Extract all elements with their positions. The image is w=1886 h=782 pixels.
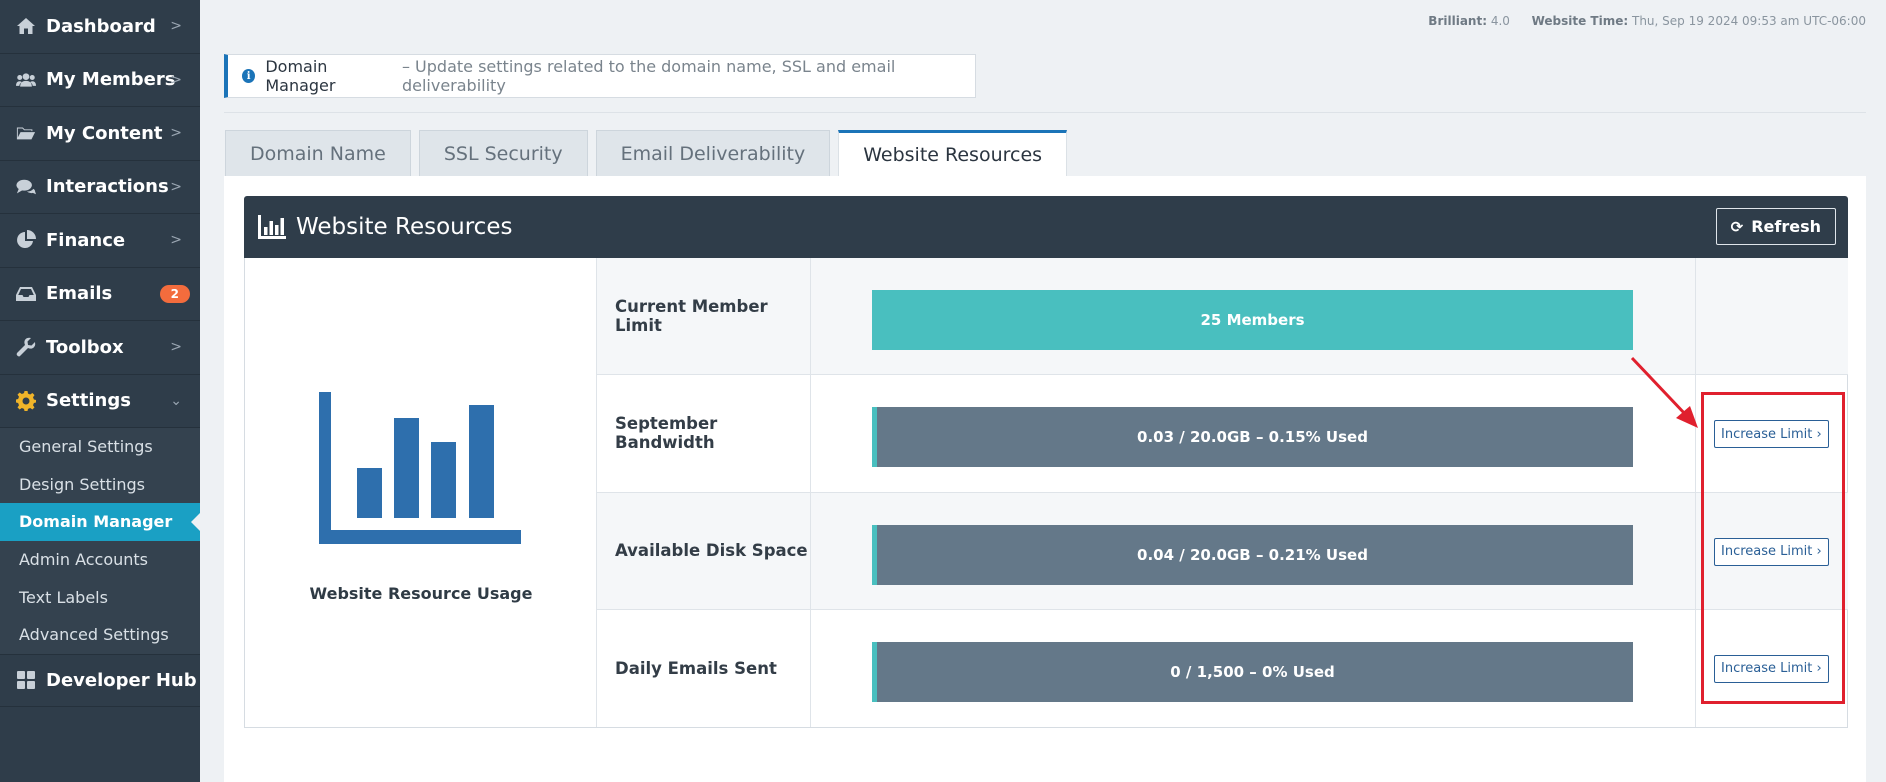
progress-text: 0 / 1,500 – 0% Used	[1170, 662, 1335, 681]
sidebar-item-interactions[interactable]: Interactions >	[0, 161, 200, 214]
progress-text: 0.04 / 20.0GB – 0.21% Used	[1137, 545, 1368, 564]
inbox-icon	[16, 284, 46, 304]
info-icon: i	[242, 69, 256, 83]
progress-bar: 0 / 1,500 – 0% Used	[872, 641, 1633, 702]
sidebar-item-label: Finance	[46, 229, 126, 251]
chevron-right-icon: >	[170, 18, 182, 35]
sidebar-item-developer-hub[interactable]: Developer Hub	[0, 653, 200, 708]
sidebar-item-label: Developer Hub	[46, 669, 197, 691]
tab-bar: Domain Name SSL Security Email Deliverab…	[225, 130, 1068, 176]
resource-label: Available Disk Space	[597, 492, 811, 609]
progress-bar: 0.03 / 20.0GB – 0.15% Used	[872, 407, 1633, 468]
sidebar-item-label: Toolbox	[46, 336, 124, 358]
sidebar-item-label: Dashboard	[46, 15, 156, 37]
notification-badge: 2	[159, 284, 190, 303]
sidebar-item-finance[interactable]: Finance >	[0, 214, 200, 268]
card-header: Website Resources ⟳ Refresh	[244, 196, 1848, 258]
website-time-value: Thu, Sep 19 2024 09:53 am UTC-06:00	[1632, 14, 1866, 28]
chevron-right-icon: >	[170, 125, 182, 142]
progress-text: 0.03 / 20.0GB – 0.15% Used	[1137, 428, 1368, 447]
resource-usage-label: Website Resource Usage	[309, 584, 533, 603]
chevron-right-icon: >	[170, 232, 182, 249]
sidebar-subitem-design-settings[interactable]: Design Settings	[0, 466, 200, 504]
pie-chart-icon	[16, 230, 46, 250]
wrench-icon	[16, 337, 46, 357]
page-description: – Update settings related to the domain …	[401, 57, 896, 95]
resource-label: September Bandwidth	[597, 375, 811, 492]
folder-open-icon	[16, 123, 46, 143]
sidebar-item-label: Interactions	[46, 176, 169, 198]
divider	[224, 112, 1866, 113]
chevron-right-icon: >	[170, 71, 182, 88]
progress-bar: 25 Members	[872, 290, 1633, 350]
users-icon	[16, 70, 46, 90]
sidebar-item-dashboard[interactable]: Dashboard >	[0, 0, 200, 54]
progress-fill	[872, 641, 877, 702]
tab-website-resources[interactable]: Website Resources	[838, 130, 1068, 176]
brilliant-label: Brilliant:	[1428, 14, 1487, 28]
table-row: September Bandwidth 0.03 / 20.0GB – 0.15…	[597, 375, 1848, 493]
increase-limit-button[interactable]: Increase Limit ›	[1714, 420, 1829, 449]
progress-fill	[872, 407, 877, 468]
refresh-label: Refresh	[1751, 217, 1821, 236]
increase-limit-button[interactable]: Increase Limit ›	[1714, 654, 1829, 683]
sidebar-subitem-text-labels[interactable]: Text Labels	[0, 578, 200, 616]
website-time-label: Website Time:	[1531, 14, 1629, 28]
tab-email-deliverability[interactable]: Email Deliverability	[595, 130, 831, 176]
chevron-right-icon: >	[170, 339, 182, 356]
sidebar-subitem-general-settings[interactable]: General Settings	[0, 428, 200, 466]
sidebar-item-toolbox[interactable]: Toolbox >	[0, 321, 200, 375]
bar-chart-icon	[319, 392, 521, 544]
sidebar-subitem-advanced-settings[interactable]: Advanced Settings	[0, 616, 200, 654]
resource-summary: Website Resource Usage	[245, 258, 597, 727]
sidebar-item-my-members[interactable]: My Members >	[0, 54, 200, 107]
page-info-box: i Domain Manager – Update settings relat…	[224, 54, 976, 98]
settings-submenu: General Settings Design Settings Domain …	[0, 428, 200, 654]
home-icon	[16, 16, 46, 36]
card-body: Website Resource Usage Current Member Li…	[244, 258, 1848, 728]
sidebar-item-label: My Content	[46, 122, 163, 144]
brilliant-version: 4.0	[1490, 14, 1510, 28]
increase-limit-button[interactable]: Increase Limit ›	[1714, 537, 1829, 566]
sidebar-item-label: My Members	[46, 69, 176, 91]
sidebar-item-my-content[interactable]: My Content >	[0, 107, 200, 161]
tab-domain-name[interactable]: Domain Name	[225, 130, 411, 176]
progress-fill	[872, 524, 877, 585]
page-title: Domain Manager	[265, 57, 336, 95]
grid-icon	[16, 670, 46, 690]
card-title: Website Resources	[296, 214, 513, 240]
sidebar-item-label: Emails	[46, 283, 113, 305]
sidebar-subitem-domain-manager[interactable]: Domain Manager	[0, 503, 200, 541]
progress-text: 25 Members	[1200, 311, 1305, 329]
sidebar: Dashboard > My Members > My Content > In…	[0, 0, 200, 782]
sidebar-item-settings[interactable]: Settings ⌄	[0, 375, 200, 428]
table-row: Current Member Limit 25 Members	[597, 258, 1848, 376]
resource-label: Daily Emails Sent	[597, 609, 811, 728]
resource-table: Current Member Limit 25 Members Septembe…	[597, 258, 1848, 728]
refresh-button[interactable]: ⟳ Refresh	[1715, 208, 1836, 245]
status-bar: Brilliant: 4.0 Website Time: Thu, Sep 19…	[1428, 14, 1866, 28]
chevron-down-icon: ⌄	[170, 392, 182, 409]
gear-icon	[16, 390, 46, 411]
sidebar-item-emails[interactable]: Emails 2	[0, 268, 200, 321]
chevron-right-icon: >	[170, 178, 182, 195]
table-row: Daily Emails Sent 0 / 1,500 – 0% Used In…	[597, 609, 1848, 728]
table-row: Available Disk Space 0.04 / 20.0GB – 0.2…	[597, 492, 1848, 610]
refresh-icon: ⟳	[1730, 217, 1744, 236]
progress-bar: 0.04 / 20.0GB – 0.21% Used	[872, 524, 1633, 585]
sidebar-item-label: Settings	[46, 390, 131, 412]
resource-label: Current Member Limit	[597, 258, 811, 375]
bar-chart-icon	[258, 215, 296, 239]
sidebar-subitem-admin-accounts[interactable]: Admin Accounts	[0, 541, 200, 579]
tab-ssl-security[interactable]: SSL Security	[418, 130, 588, 176]
comments-icon	[16, 177, 46, 197]
